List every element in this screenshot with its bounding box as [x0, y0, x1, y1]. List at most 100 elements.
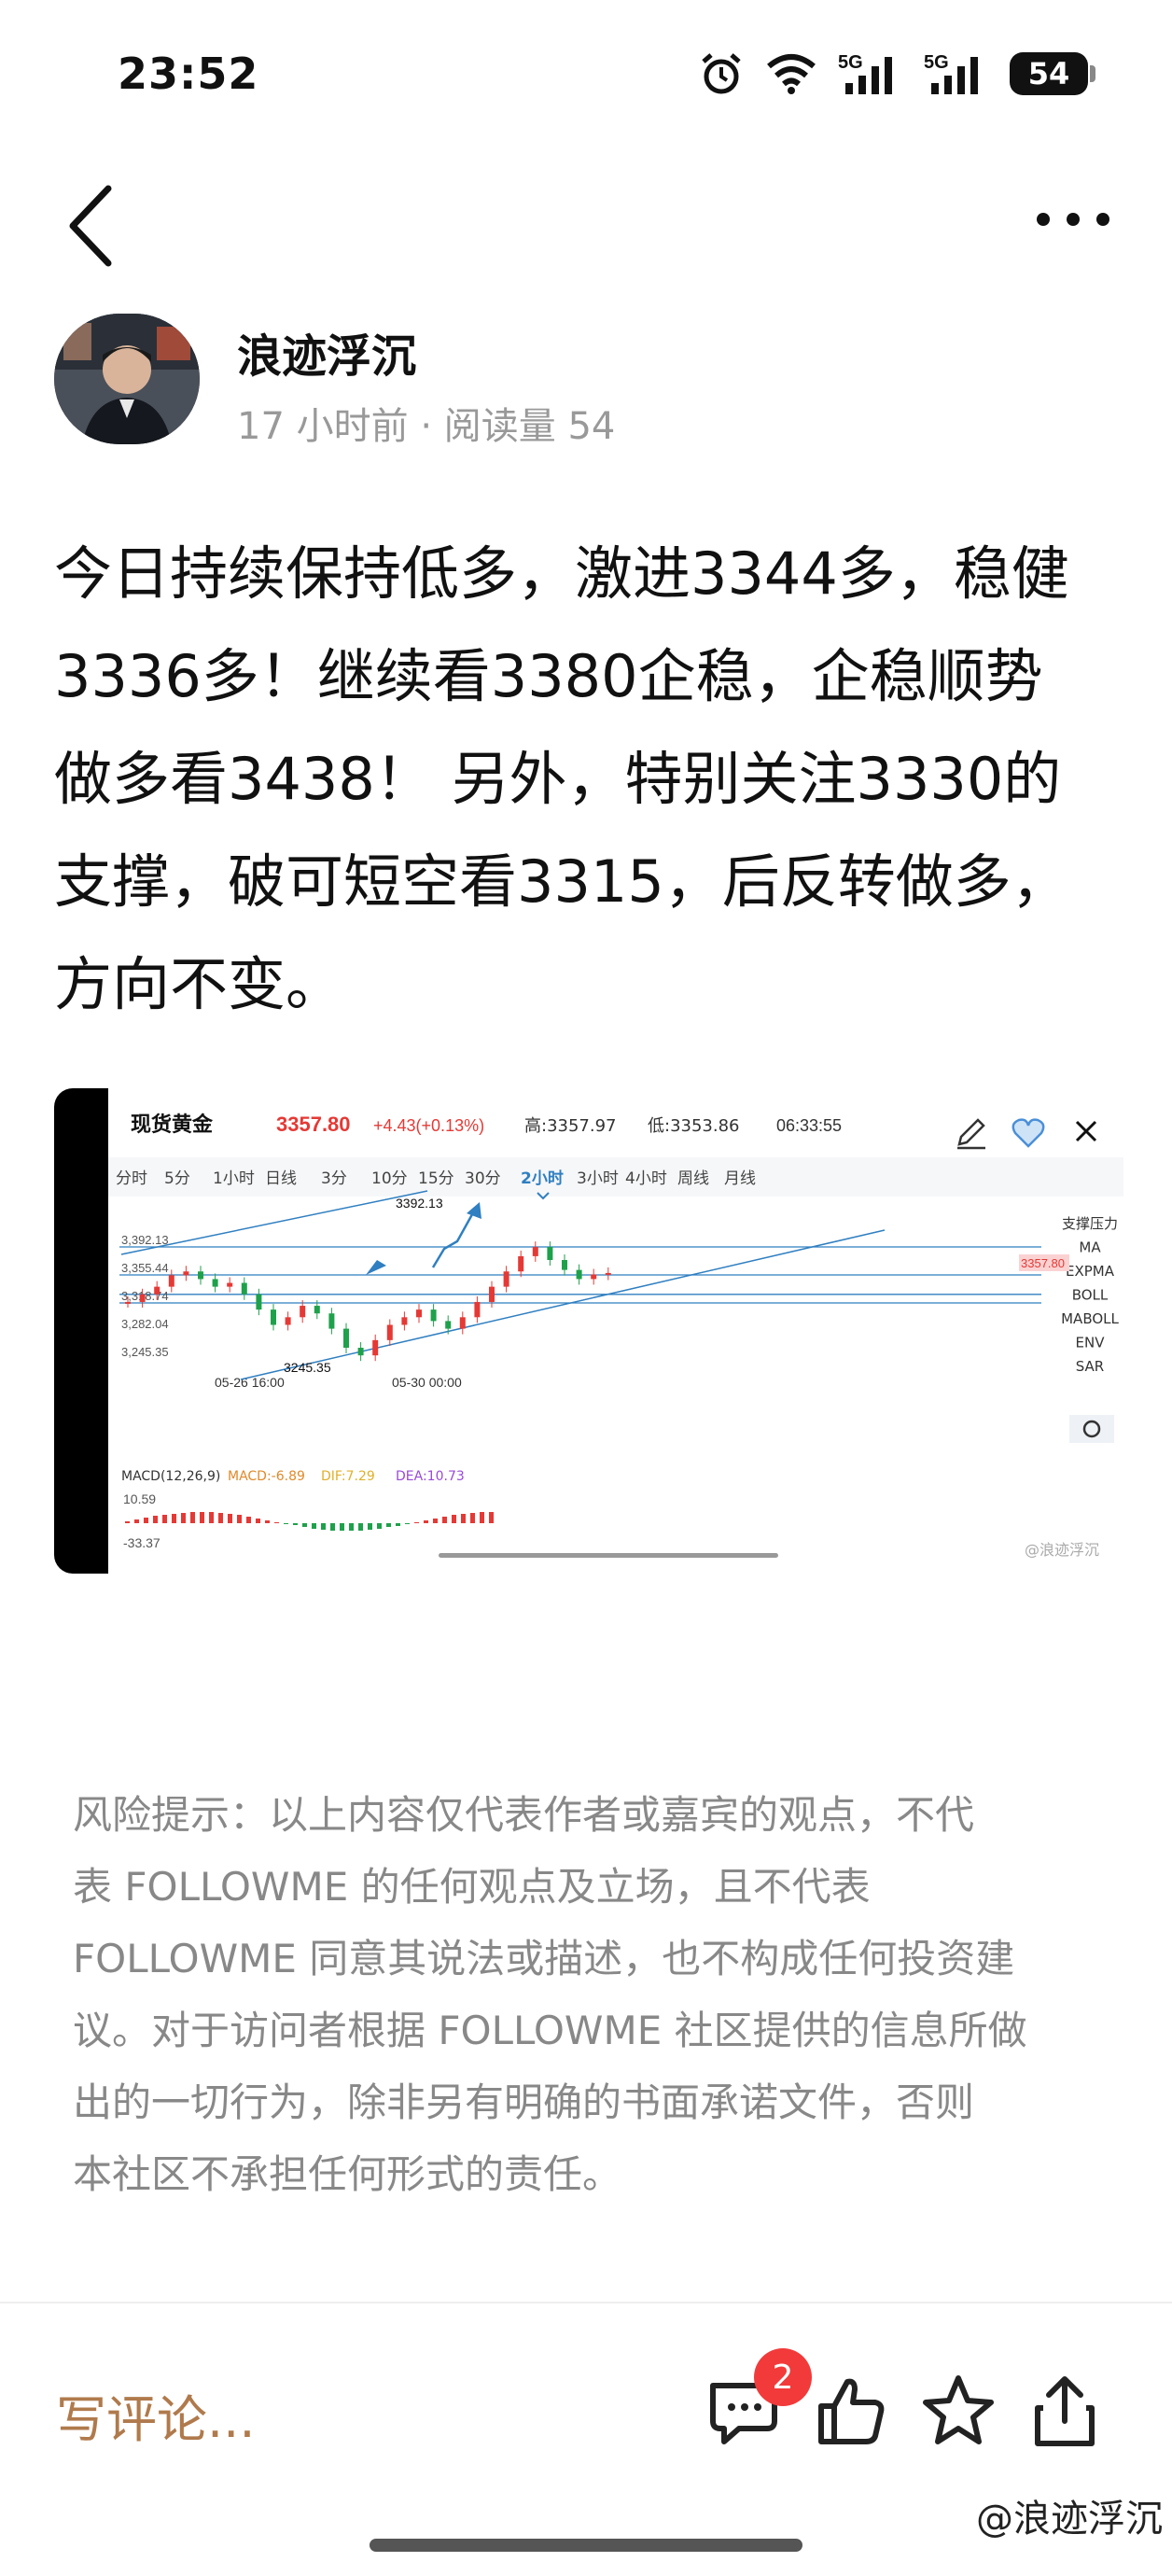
macd-bar [218, 1513, 223, 1523]
signal-5g-icon-1: 5G [838, 52, 892, 94]
star-icon [923, 2375, 994, 2444]
macd-bar [312, 1523, 316, 1529]
timeframe-tab[interactable]: 3分 [321, 1169, 347, 1188]
net2-label: 5G [924, 52, 949, 73]
chart-change: +4.43(+0.13%) [373, 1116, 484, 1135]
indicator-item[interactable]: EXPMA [1066, 1263, 1115, 1280]
screenshot-watermark: @浪迹浮沉 [976, 2498, 1163, 2541]
candle [591, 1274, 597, 1280]
timeframe-tab[interactable]: 5分 [164, 1169, 190, 1188]
macd-bar [190, 1512, 195, 1523]
back-button[interactable] [60, 177, 134, 271]
macd-bar [284, 1523, 288, 1524]
macd-bar [246, 1517, 251, 1523]
candle [430, 1309, 437, 1322]
favorite-button[interactable] [916, 2369, 1000, 2453]
candle [401, 1317, 408, 1325]
high-annotation: 3392.13 [396, 1196, 443, 1211]
candle [256, 1294, 262, 1310]
candle [445, 1321, 452, 1329]
author-name[interactable]: 浪迹浮沉 [237, 319, 416, 385]
macd-bar [256, 1519, 260, 1523]
indicator-item[interactable]: ENV [1076, 1335, 1106, 1351]
timeframe-tab[interactable]: 15分 [418, 1169, 454, 1188]
indicator-item[interactable]: MA [1079, 1239, 1101, 1256]
macd-bar [237, 1515, 242, 1523]
nav-bar [0, 159, 1172, 280]
macd-bar [153, 1516, 158, 1523]
candle [562, 1260, 567, 1270]
candle [314, 1306, 320, 1314]
indicator-item[interactable]: MABOLL [1061, 1310, 1119, 1327]
timeframe-tab[interactable]: 3小时 [577, 1169, 619, 1188]
wifi-icon [767, 54, 816, 94]
macd-bar [386, 1523, 391, 1527]
candle [300, 1306, 306, 1318]
avatar[interactable] [54, 314, 200, 444]
candle [386, 1324, 393, 1340]
macd-bar [452, 1515, 456, 1523]
post-line: 3336多！继续看3380企稳，企稳顺势 [54, 642, 1043, 710]
share-button[interactable] [1023, 2369, 1107, 2453]
macd-bar [302, 1523, 307, 1527]
post-line: 支撑，破可短空看3315，后反转做多， [54, 847, 1069, 916]
candle [576, 1269, 582, 1280]
candle [271, 1309, 276, 1325]
timeframe-tab[interactable]: 日线 [265, 1169, 297, 1188]
timeframe-tab[interactable]: 1小时 [213, 1169, 255, 1188]
candle [139, 1294, 146, 1302]
macd-bar [442, 1517, 447, 1523]
macd-bar [396, 1523, 400, 1526]
indicator-item[interactable]: BOLL [1072, 1287, 1109, 1304]
candle [125, 1301, 131, 1304]
share-icon [1035, 2376, 1095, 2446]
candle [605, 1272, 611, 1275]
chevron-left-icon [69, 185, 112, 267]
disclaimer-line: 本社区不承担任何形式的责任。 [73, 2151, 622, 2197]
timeframe-tab[interactable]: 月线 [724, 1169, 756, 1188]
chart-symbol: 现货黄金 [131, 1113, 214, 1137]
timeframe-tab[interactable]: 分时 [116, 1169, 147, 1188]
y-axis-label: 3,355.44 [121, 1261, 169, 1275]
macd-bar [134, 1519, 139, 1523]
disclaimer-line: 出的一切行为，除非另有明确的书面承诺文件，否则 [73, 2079, 975, 2125]
candle [357, 1348, 364, 1356]
candle [518, 1255, 524, 1272]
like-button[interactable] [808, 2369, 892, 2453]
y-axis-label: 3,245.35 [121, 1345, 169, 1359]
macd-top: 10.59 [123, 1491, 156, 1506]
macd-bar [433, 1519, 438, 1523]
macd-bar [470, 1513, 475, 1523]
comment-input[interactable]: 写评论... [56, 2378, 256, 2452]
candle [459, 1317, 466, 1329]
chart-low: 低:3353.86 [648, 1116, 740, 1136]
post-meta: 17 小时前 · 阅读量 54 [237, 405, 616, 448]
timeframe-tab[interactable]: 10分 [371, 1169, 408, 1188]
more-button[interactable] [1026, 196, 1120, 243]
chart-time: 06:33:55 [776, 1116, 842, 1135]
candle [212, 1279, 218, 1287]
candle [198, 1271, 203, 1280]
disclaimer-line: FOLLOWME 同意其说法或描述，也不构成任何投资建 [73, 1936, 1015, 1981]
chart-image[interactable]: 现货黄金 3357.80 +4.43(+0.13%) 高:3357.97 低:3… [54, 1088, 1123, 1574]
alarm-icon [702, 53, 741, 94]
candle [503, 1271, 509, 1287]
timeframe-tab[interactable]: 30分 [465, 1169, 501, 1188]
macd-bar [228, 1514, 232, 1523]
net1-label: 5G [838, 52, 863, 73]
status-bar: 23:52 5G 5G 54 [0, 0, 1172, 149]
home-indicator[interactable] [370, 2539, 802, 2552]
macd-bar [480, 1512, 484, 1523]
timeframe-tab[interactable]: 周线 [677, 1169, 709, 1188]
timeframe-tab[interactable]: 2小时 [521, 1169, 564, 1188]
status-time: 23:52 [118, 49, 259, 99]
disclaimer-line: 表 FOLLOWME 的任何观点及立场，且不代表 [73, 1864, 871, 1910]
image-scroll-indicator [439, 1553, 778, 1558]
indicator-item[interactable]: 支撑压力 [1062, 1215, 1118, 1232]
candle [474, 1301, 481, 1318]
indicator-item[interactable]: SAR [1076, 1358, 1104, 1375]
candle [285, 1317, 291, 1325]
author-header: 浪迹浮沉 17 小时前 · 阅读量 54 [54, 314, 1127, 454]
macd-bar [368, 1523, 372, 1530]
timeframe-tab[interactable]: 4小时 [625, 1169, 667, 1188]
